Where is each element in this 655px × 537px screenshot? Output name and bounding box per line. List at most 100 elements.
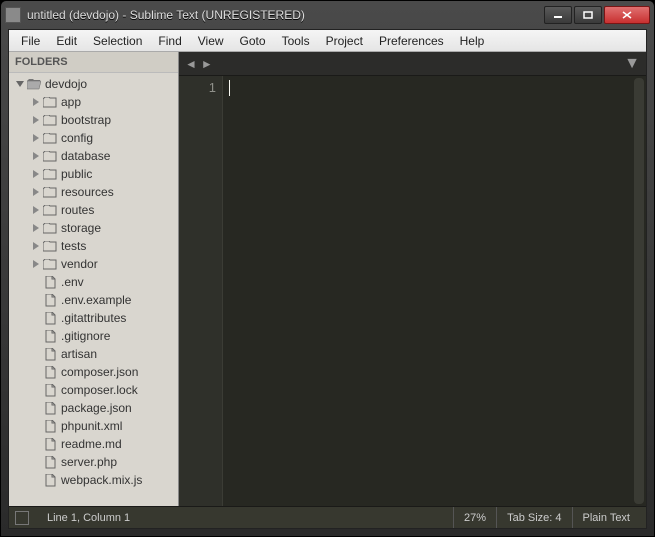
- tree-folder[interactable]: tests: [9, 237, 178, 255]
- window-title: untitled (devdojo) - Sublime Text (UNREG…: [27, 8, 544, 22]
- tree-file-label: server.php: [61, 455, 117, 469]
- tree-folder-label: storage: [61, 221, 101, 235]
- tree-folder[interactable]: resources: [9, 183, 178, 201]
- gutter: 1: [179, 76, 223, 506]
- chevron-right-icon: [31, 97, 41, 107]
- tree-file[interactable]: artisan: [9, 345, 178, 363]
- tab-dropdown-icon[interactable]: ▼: [624, 55, 640, 72]
- menu-find[interactable]: Find: [150, 32, 189, 50]
- tree-file[interactable]: .gitignore: [9, 327, 178, 345]
- scrollbar[interactable]: [634, 78, 644, 504]
- tree-folder-label: app: [61, 95, 81, 109]
- gutter-line: 1: [179, 80, 216, 95]
- menu-tools[interactable]: Tools: [274, 32, 318, 50]
- file-icon: [43, 276, 57, 288]
- tree-file[interactable]: readme.md: [9, 435, 178, 453]
- tree-file-label: .env: [61, 275, 84, 289]
- tree-folder[interactable]: storage: [9, 219, 178, 237]
- folder-icon: [43, 204, 57, 216]
- tree-folder-label: database: [61, 149, 110, 163]
- tree-root[interactable]: devdojo: [9, 75, 178, 93]
- file-icon: [43, 438, 57, 450]
- tree-folder-label: config: [61, 131, 93, 145]
- menu-file[interactable]: File: [13, 32, 48, 50]
- file-icon: [43, 456, 57, 468]
- tab-next-icon[interactable]: ►: [201, 57, 213, 71]
- sidebar: FOLDERS devdojo app bootstrap config databa…: [9, 52, 179, 506]
- app-icon: [5, 7, 21, 23]
- tree-folder[interactable]: app: [9, 93, 178, 111]
- tree-file[interactable]: composer.lock: [9, 381, 178, 399]
- status-syntax[interactable]: Plain Text: [573, 507, 641, 528]
- code-body[interactable]: [223, 76, 646, 506]
- tree-file-label: .env.example: [61, 293, 131, 307]
- folder-icon: [43, 96, 57, 108]
- tree-folder-label: resources: [61, 185, 114, 199]
- tab-prev-icon[interactable]: ◄: [185, 57, 197, 71]
- status-zoom[interactable]: 27%: [454, 507, 496, 528]
- menu-selection[interactable]: Selection: [85, 32, 150, 50]
- status-position[interactable]: Line 1, Column 1: [37, 507, 140, 528]
- tree-folder-label: public: [61, 167, 92, 181]
- window-frame: untitled (devdojo) - Sublime Text (UNREG…: [0, 0, 655, 537]
- tree-folder[interactable]: public: [9, 165, 178, 183]
- tree-folder[interactable]: config: [9, 129, 178, 147]
- file-icon: [43, 474, 57, 486]
- titlebar[interactable]: untitled (devdojo) - Sublime Text (UNREG…: [1, 1, 654, 29]
- maximize-button[interactable]: [574, 6, 602, 24]
- minimize-icon: [553, 11, 563, 19]
- file-icon: [43, 294, 57, 306]
- folder-icon: [43, 168, 57, 180]
- tree-file[interactable]: webpack.mix.js: [9, 471, 178, 489]
- window-inner: File Edit Selection Find View Goto Tools…: [8, 29, 647, 529]
- folder-tree: devdojo app bootstrap config database public…: [9, 73, 178, 495]
- tree-folder-label: bootstrap: [61, 113, 111, 127]
- file-icon: [43, 384, 57, 396]
- menu-preferences[interactable]: Preferences: [371, 32, 452, 50]
- tree-file[interactable]: composer.json: [9, 363, 178, 381]
- tree-folder[interactable]: routes: [9, 201, 178, 219]
- chevron-right-icon: [31, 259, 41, 269]
- folder-icon: [43, 222, 57, 234]
- close-button[interactable]: [604, 6, 650, 24]
- minimize-button[interactable]: [544, 6, 572, 24]
- status-tabsize[interactable]: Tab Size: 4: [497, 507, 571, 528]
- editor[interactable]: 1: [179, 76, 646, 506]
- tree-file[interactable]: .gitattributes: [9, 309, 178, 327]
- tree-file[interactable]: .env: [9, 273, 178, 291]
- menu-help[interactable]: Help: [452, 32, 493, 50]
- file-icon: [43, 330, 57, 342]
- file-icon: [43, 348, 57, 360]
- tree-file[interactable]: server.php: [9, 453, 178, 471]
- menu-project[interactable]: Project: [318, 32, 371, 50]
- tree-file-label: artisan: [61, 347, 97, 361]
- file-icon: [43, 312, 57, 324]
- statusbar: Line 1, Column 1 27% Tab Size: 4 Plain T…: [9, 506, 646, 528]
- chevron-right-icon: [31, 151, 41, 161]
- tree-file-label: .gitattributes: [61, 311, 126, 325]
- tree-file[interactable]: package.json: [9, 399, 178, 417]
- window-controls: [544, 6, 650, 24]
- tree-file[interactable]: phpunit.xml: [9, 417, 178, 435]
- tree-folder[interactable]: bootstrap: [9, 111, 178, 129]
- file-icon: [43, 402, 57, 414]
- maximize-icon: [583, 11, 593, 19]
- tree-folder[interactable]: database: [9, 147, 178, 165]
- menu-view[interactable]: View: [190, 32, 232, 50]
- tree-folder[interactable]: vendor: [9, 255, 178, 273]
- folder-open-icon: [27, 78, 41, 90]
- tree-file[interactable]: .env.example: [9, 291, 178, 309]
- tree-file-label: .gitignore: [61, 329, 110, 343]
- sidebar-header: FOLDERS: [9, 52, 178, 73]
- close-icon: [622, 11, 632, 19]
- menu-goto[interactable]: Goto: [232, 32, 274, 50]
- tree-file-label: readme.md: [61, 437, 122, 451]
- status-icon[interactable]: [15, 511, 29, 525]
- tree-folder-label: vendor: [61, 257, 98, 271]
- tree-file-label: package.json: [61, 401, 132, 415]
- menu-edit[interactable]: Edit: [48, 32, 85, 50]
- folder-icon: [43, 240, 57, 252]
- folder-icon: [43, 258, 57, 270]
- chevron-right-icon: [31, 133, 41, 143]
- chevron-right-icon: [31, 169, 41, 179]
